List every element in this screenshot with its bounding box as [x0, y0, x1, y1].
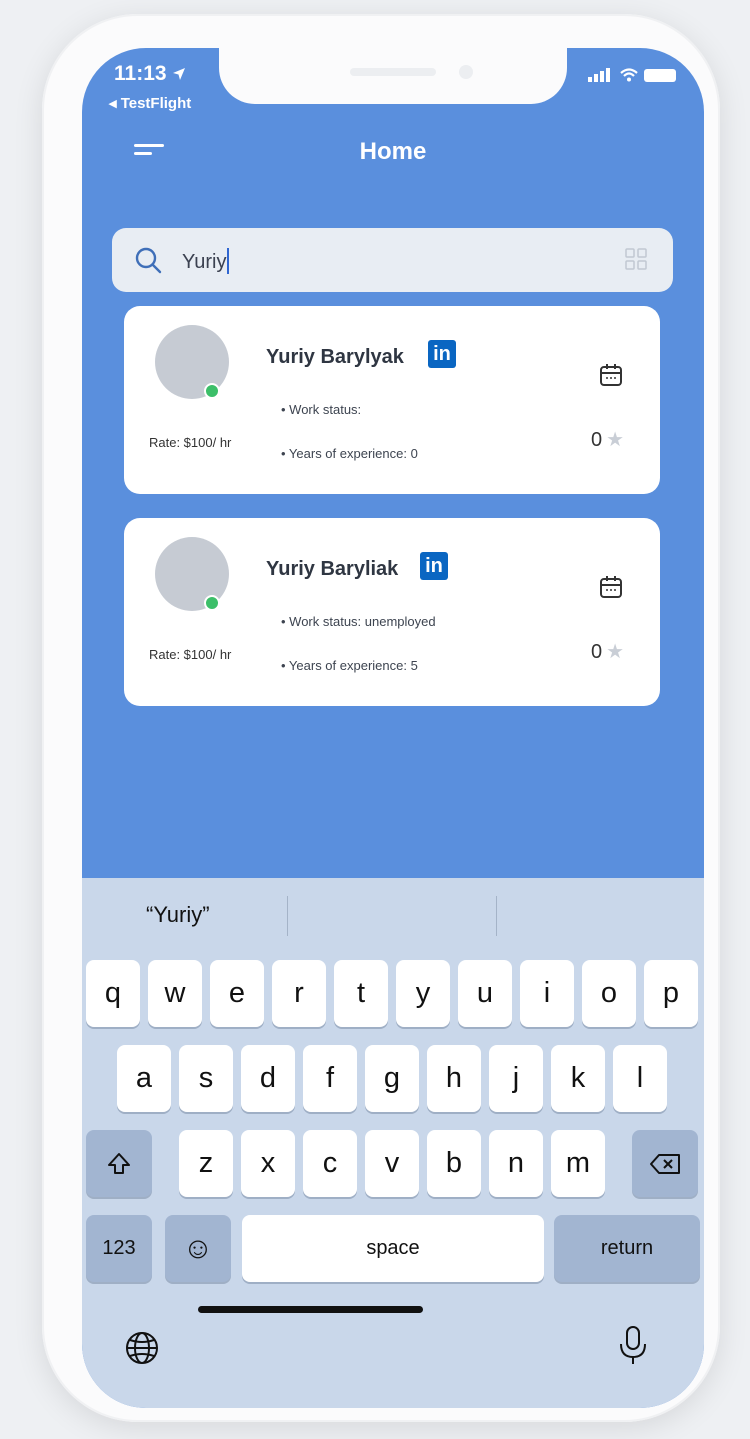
keyboard: “Yuriy” q w e r t y u i o p a s d f g h … [82, 878, 704, 1408]
key-d[interactable]: d [241, 1045, 295, 1112]
key-w[interactable]: w [148, 960, 202, 1027]
key-z[interactable]: z [179, 1130, 233, 1197]
rating: 0 ★ [591, 427, 624, 452]
suggestion-bar: “Yuriy” [82, 878, 704, 954]
key-q[interactable]: q [86, 960, 140, 1027]
grid-view-icon[interactable] [625, 248, 647, 270]
key-t[interactable]: t [334, 960, 388, 1027]
work-status-text: • Work status: [281, 402, 362, 417]
status-icons [588, 68, 676, 82]
key-y[interactable]: y [396, 960, 450, 1027]
key-p[interactable]: p [644, 960, 698, 1027]
search-input[interactable]: Yuriy [182, 248, 230, 274]
key-m[interactable]: m [551, 1130, 605, 1197]
page-title: Home [359, 138, 427, 165]
key-h[interactable]: h [427, 1045, 481, 1112]
backspace-icon [650, 1153, 680, 1174]
key-r[interactable]: r [272, 960, 326, 1027]
calendar-icon[interactable] [598, 574, 624, 600]
work-status-text: • Work status: unemployed [281, 614, 436, 629]
key-i[interactable]: i [520, 960, 574, 1027]
wifi-icon [620, 68, 638, 82]
profile-card[interactable]: Rate: $100/ hr Yuriy Baryliak in • Work … [124, 518, 660, 706]
star-icon: ★ [606, 429, 625, 451]
key-u[interactable]: u [458, 960, 512, 1027]
profile-card[interactable]: Rate: $100/ hr Yuriy Barylyak in • Work … [124, 306, 660, 494]
key-f[interactable]: f [303, 1045, 357, 1112]
microphone-icon[interactable] [616, 1324, 650, 1368]
emoji-key[interactable]: ☺ [165, 1215, 231, 1282]
cellular-signal-icon [588, 68, 610, 82]
key-x[interactable]: x [241, 1130, 295, 1197]
profile-name: Yuriy Barylyak [266, 346, 404, 368]
speaker [350, 68, 436, 76]
text-cursor [227, 248, 230, 274]
app-screen: 11:13 ◂ TestFlight Home Yuriy Rate: $100… [82, 48, 704, 1408]
camera [459, 65, 473, 79]
key-g[interactable]: g [365, 1045, 419, 1112]
key-e[interactable]: e [210, 960, 264, 1027]
rating: 0 ★ [591, 639, 624, 664]
key-v[interactable]: v [365, 1130, 419, 1197]
backspace-key[interactable] [632, 1130, 698, 1197]
experience-text: • Years of experience: 5 [281, 658, 418, 673]
key-o[interactable]: o [582, 960, 636, 1027]
profile-name: Yuriy Baryliak [266, 558, 399, 580]
rate-text: Rate: $100/ hr [149, 435, 232, 450]
key-k[interactable]: k [551, 1045, 605, 1112]
shift-icon [108, 1152, 130, 1174]
rating-value: 0 [591, 429, 603, 451]
experience-text: • Years of experience: 0 [281, 446, 418, 461]
suggestion-divider [496, 896, 497, 936]
battery-icon [644, 68, 676, 82]
emoji-icon: ☺ [182, 1231, 214, 1265]
suggestion-item[interactable]: “Yuriy” [146, 902, 210, 928]
testflight-back-link[interactable]: ◂ TestFlight [109, 94, 191, 112]
key-j[interactable]: j [489, 1045, 543, 1112]
rating-value: 0 [591, 641, 603, 663]
key-a[interactable]: a [117, 1045, 171, 1112]
linkedin-icon[interactable]: in [420, 552, 448, 580]
search-input-value: Yuriy [182, 251, 227, 273]
calendar-icon[interactable] [598, 362, 624, 388]
key-l[interactable]: l [613, 1045, 667, 1112]
space-key[interactable]: space [242, 1215, 544, 1282]
key-s[interactable]: s [179, 1045, 233, 1112]
status-time-text: 11:13 [114, 62, 167, 85]
key-c[interactable]: c [303, 1130, 357, 1197]
location-arrow-icon [173, 68, 186, 80]
key-n[interactable]: n [489, 1130, 543, 1197]
online-status-dot [204, 383, 220, 399]
shift-key[interactable] [86, 1130, 152, 1197]
linkedin-icon[interactable]: in [428, 340, 456, 368]
status-time: 11:13 [114, 62, 186, 86]
return-key[interactable]: return [554, 1215, 700, 1282]
search-icon [135, 247, 162, 274]
key-b[interactable]: b [427, 1130, 481, 1197]
device-notch [219, 48, 567, 104]
globe-icon[interactable] [124, 1330, 160, 1366]
home-indicator [198, 1306, 423, 1313]
search-bar[interactable]: Yuriy [112, 228, 673, 292]
numbers-key[interactable]: 123 [86, 1215, 152, 1282]
suggestion-divider [287, 896, 288, 936]
online-status-dot [204, 595, 220, 611]
rate-text: Rate: $100/ hr [149, 647, 232, 662]
star-icon: ★ [606, 641, 625, 663]
